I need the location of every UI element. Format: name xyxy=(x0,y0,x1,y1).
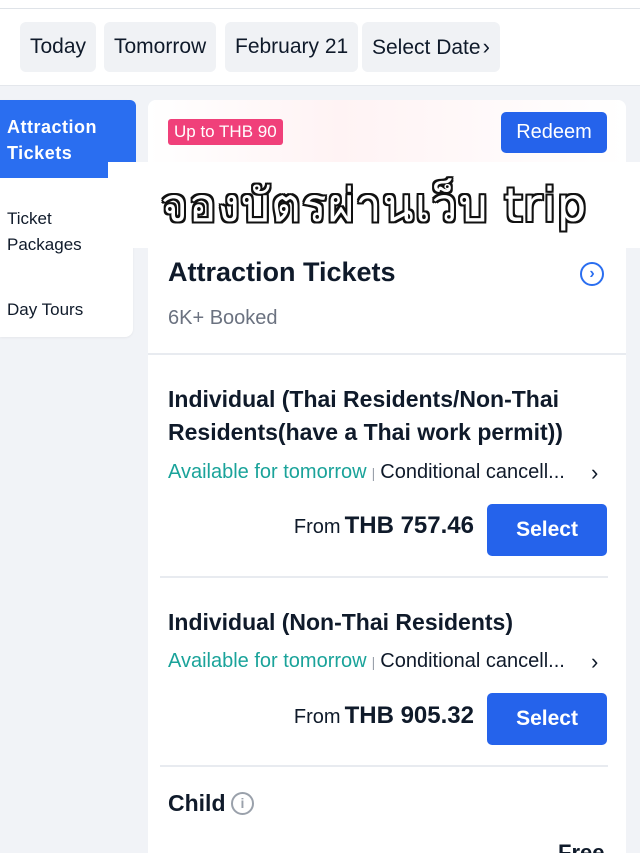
availability-text: Available for tomorrow xyxy=(168,650,367,672)
select-date-button[interactable]: Select Date› xyxy=(362,22,500,72)
select-button[interactable]: Select xyxy=(487,693,607,745)
chevron-right-icon[interactable]: › xyxy=(591,649,598,675)
date-chip-label: February 21 xyxy=(235,35,349,58)
date-chip-label: Today xyxy=(30,35,87,58)
child-price: Free xyxy=(558,840,605,853)
date-chip-today[interactable]: Today xyxy=(20,22,97,72)
price-prefix: From xyxy=(293,516,341,538)
top-divider xyxy=(0,8,640,9)
redeem-button[interactable]: Redeem xyxy=(501,112,607,153)
meta-separator: | xyxy=(371,654,376,670)
package-divider xyxy=(160,576,608,578)
package-meta[interactable]: Available for tomorrow | Conditional cance… xyxy=(168,648,565,675)
section-title: Attraction Tickets xyxy=(168,257,396,287)
date-chip-label: Tomorrow xyxy=(114,35,207,58)
package-divider xyxy=(160,765,608,767)
price-row: From THB 905.32 xyxy=(294,702,474,730)
booked-count: 6K+ Booked xyxy=(168,307,278,329)
price-amount: THB 757.46 xyxy=(344,512,474,539)
select-button[interactable]: Select xyxy=(487,504,607,556)
overlay-caption: จองบัตรผ่านเว็บ trip xyxy=(108,162,640,248)
sidebar-item-label: Day Tours xyxy=(7,300,84,319)
chevron-right-icon[interactable]: › xyxy=(591,460,598,486)
package-name: Individual (Thai Residents/Non-Thai Resi… xyxy=(168,386,563,445)
price-row: From THB 757.46 xyxy=(294,512,474,540)
chevron-right-icon: › xyxy=(482,34,490,59)
date-selector-bar: Today Tomorrow February 21 Select Date› xyxy=(0,0,640,86)
info-icon[interactable]: i xyxy=(231,792,254,815)
sidebar-item-label: Ticket Packages xyxy=(7,209,82,254)
sidebar-item-label: Attraction Tickets xyxy=(7,117,97,163)
date-chip-tomorrow[interactable]: Tomorrow xyxy=(104,22,217,72)
child-title: Child xyxy=(168,790,226,816)
price-prefix: From xyxy=(293,706,341,728)
availability-text: Available for tomorrow xyxy=(168,461,367,483)
promo-strip: Up to THB 90 Redeem xyxy=(148,100,626,164)
price-amount: THB 905.32 xyxy=(344,702,474,729)
promo-badge: Up to THB 90 xyxy=(168,119,283,145)
chevron-right-circle-icon[interactable]: › xyxy=(580,262,604,286)
cancellation-text: Conditional cancell... xyxy=(380,461,565,483)
date-chip-february-21[interactable]: February 21 xyxy=(225,22,359,72)
sidebar-item-day-tours[interactable]: Day Tours xyxy=(7,297,127,323)
package-meta[interactable]: Available for tomorrow | Conditional cance… xyxy=(168,459,565,486)
meta-separator: | xyxy=(371,465,376,481)
package-name: Individual (Non-Thai Residents) xyxy=(168,609,514,635)
date-chip-label: Select Date xyxy=(372,36,481,59)
section-divider xyxy=(148,353,626,355)
cancellation-text: Conditional cancell... xyxy=(380,650,565,672)
